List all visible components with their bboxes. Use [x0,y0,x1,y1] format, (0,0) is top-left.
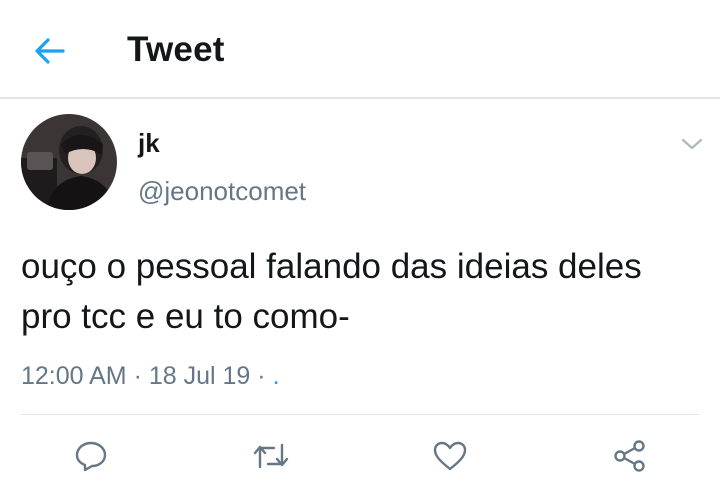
share-icon [614,440,645,472]
user-handle[interactable]: @jeonotcomet [138,176,306,207]
like-button[interactable] [430,436,470,476]
meta-separator: · [257,362,266,390]
tweet-menu-button[interactable] [678,132,706,156]
chevron-down-icon [681,138,703,150]
retweet-icon [253,443,289,469]
tweet-time: 12:00 AM [21,362,127,390]
display-name[interactable]: jk [138,128,160,159]
reply-button[interactable] [71,436,111,476]
tweet-metadata: 12:00 AM · 18 Jul 19 · . [21,362,280,391]
arrow-left-icon [35,38,65,64]
heart-icon [433,441,467,471]
meta-separator: · [133,362,142,390]
retweet-button[interactable] [251,436,291,476]
page-title: Tweet [127,30,225,69]
divider [21,414,699,415]
tweet-source-link[interactable]: . [273,362,280,391]
back-button[interactable] [30,33,70,69]
share-button[interactable] [610,436,650,476]
top-app-bar: Tweet [0,0,720,99]
tweet-date: 18 Jul 19 [148,362,251,390]
reply-icon [75,441,107,472]
tweet-text: ouço o pessoal falando das ideias deles … [21,247,642,336]
avatar[interactable] [21,114,117,210]
